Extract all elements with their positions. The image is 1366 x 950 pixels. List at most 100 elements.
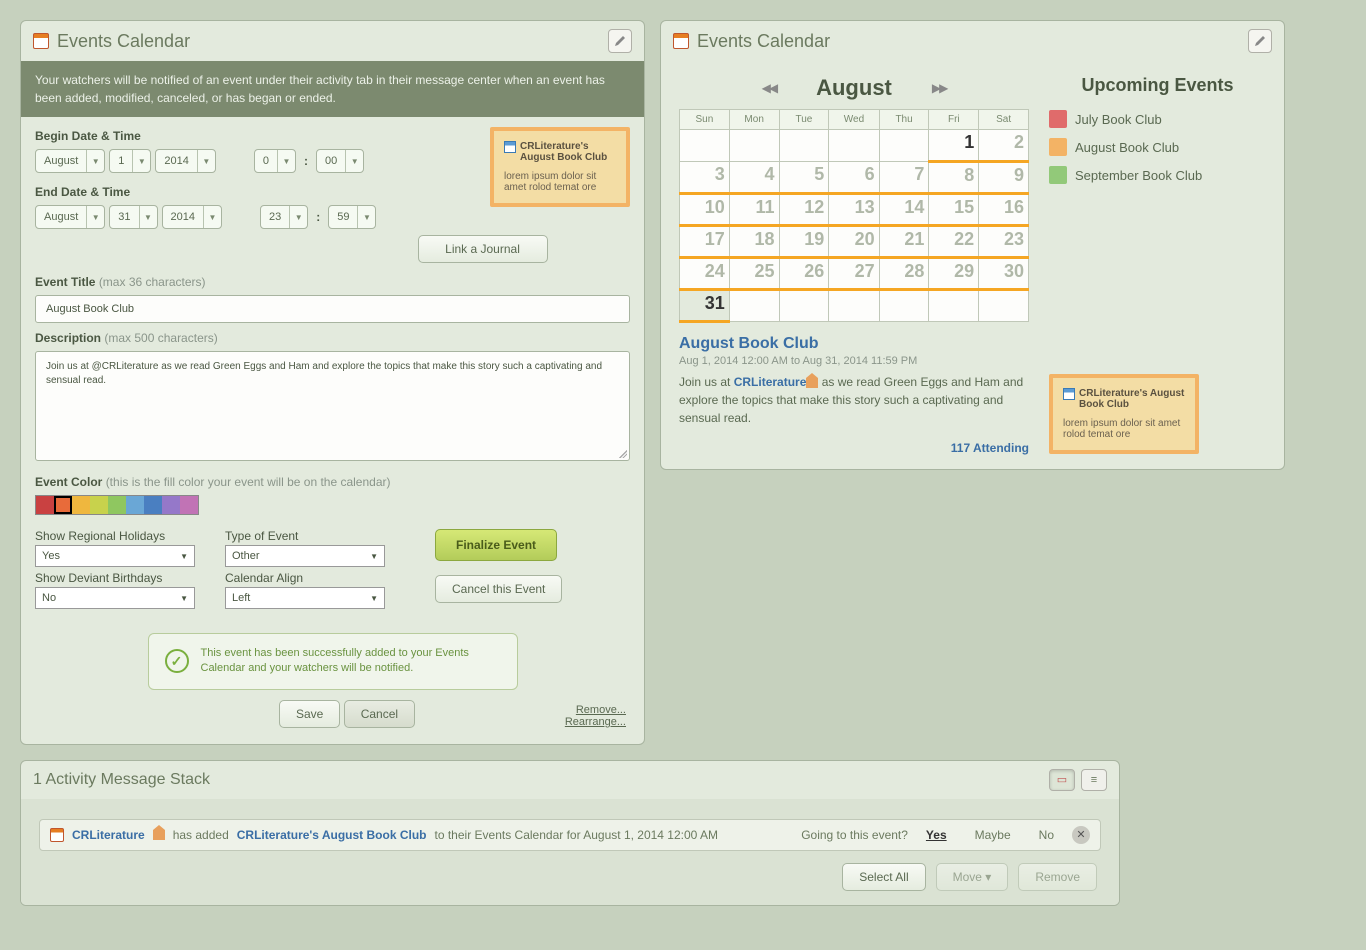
description-textarea[interactable]: Join us at @CRLiterature as we read Gree… [35,351,630,461]
legend-item[interactable]: September Book Club [1049,166,1266,184]
calendar-day[interactable]: 31 [680,290,730,322]
calendar-day[interactable]: 22 [929,226,979,258]
calendar-day [779,130,829,162]
calendar-icon [673,33,689,49]
event-preview-card: CRLiterature's August Book Club lorem ip… [490,127,630,207]
begin-min-select[interactable]: 00▼ [316,149,364,173]
event-title[interactable]: August Book Club [679,335,1029,353]
color-swatch[interactable] [54,496,72,514]
day-header: Mon [729,110,779,130]
edit-button[interactable] [608,29,632,53]
calendar-day[interactable]: 19 [779,226,829,258]
finalize-button[interactable]: Finalize Event [435,529,557,561]
house-icon [806,378,818,388]
calendar-day[interactable]: 14 [879,194,929,226]
color-label: Event Color (this is the fill color your… [35,475,630,489]
begin-year-select[interactable]: 2014▼ [155,149,215,173]
calendar-day[interactable]: 15 [929,194,979,226]
calendar-day[interactable]: 18 [729,226,779,258]
color-swatch[interactable] [36,496,54,514]
calendar-day[interactable]: 16 [979,194,1029,226]
align-select[interactable]: Left▼ [225,587,385,609]
link-journal-button[interactable]: Link a Journal [418,235,548,263]
day-header: Fri [929,110,979,130]
rsvp-yes[interactable]: Yes [926,828,947,842]
calendar-day[interactable]: 24 [680,258,730,290]
legend-item[interactable]: July Book Club [1049,110,1266,128]
calendar-day[interactable]: 30 [979,258,1029,290]
birthdays-select[interactable]: No▼ [35,587,195,609]
end-min-select[interactable]: 59▼ [328,205,376,229]
house-icon [153,830,165,840]
calendar-day[interactable]: 11 [729,194,779,226]
edit-button[interactable] [1248,29,1272,53]
calendar-day[interactable]: 4 [729,162,779,194]
calendar-day[interactable]: 25 [729,258,779,290]
calendar-day[interactable]: 26 [779,258,829,290]
calendar-day[interactable]: 8 [929,162,979,194]
calendar-day[interactable]: 13 [829,194,879,226]
calendar-day[interactable]: 23 [979,226,1029,258]
user-link[interactable]: CRLiterature [72,828,145,842]
calendar-day[interactable]: 17 [680,226,730,258]
end-month-select[interactable]: August▼ [35,205,105,229]
legend-item[interactable]: August Book Club [1049,138,1266,156]
calendar-day[interactable]: 21 [879,226,929,258]
dismiss-button[interactable]: ✕ [1072,826,1090,844]
view-compact-button[interactable]: ▭ [1049,769,1075,791]
save-button[interactable]: Save [279,700,340,728]
begin-day-select[interactable]: 1▼ [109,149,151,173]
event-link[interactable]: CRLiterature's August Book Club [237,828,427,842]
calendar-day[interactable]: 9 [979,162,1029,194]
view-list-button[interactable]: ≡ [1081,769,1107,791]
attending-link[interactable]: 117 Attending [679,441,1029,455]
calendar-day [929,290,979,322]
calendar-day[interactable]: 7 [879,162,929,194]
calendar-day[interactable]: 10 [680,194,730,226]
select-all-button[interactable]: Select All [842,863,925,891]
begin-hour-select[interactable]: 0▼ [254,149,296,173]
color-swatch[interactable] [180,496,198,514]
legend-label: September Book Club [1075,168,1202,183]
legend-swatch [1049,166,1067,184]
calendar-day[interactable]: 27 [829,258,879,290]
calendar-day[interactable]: 28 [879,258,929,290]
color-swatch[interactable] [90,496,108,514]
calendar-day[interactable]: 5 [779,162,829,194]
color-swatch[interactable] [72,496,90,514]
cancel-event-button[interactable]: Cancel this Event [435,575,562,603]
end-hour-select[interactable]: 23▼ [260,205,308,229]
holidays-select[interactable]: Yes▼ [35,545,195,567]
cancel-button[interactable]: Cancel [344,700,415,728]
remove-link[interactable]: Remove... [565,704,626,716]
prev-month-button[interactable]: ◀◀ [762,81,776,95]
color-swatch[interactable] [144,496,162,514]
calendar-day[interactable]: 3 [680,162,730,194]
calendar-day[interactable]: 1 [929,130,979,162]
begin-month-select[interactable]: August▼ [35,149,105,173]
rsvp-no[interactable]: No [1039,828,1054,842]
color-swatch[interactable] [162,496,180,514]
color-swatch[interactable] [126,496,144,514]
remove-button[interactable]: Remove [1018,863,1097,891]
calendar-day [879,290,929,322]
next-month-button[interactable]: ▶▶ [932,81,946,95]
user-link[interactable]: CRLiterature [734,375,807,389]
calendar-day[interactable]: 6 [829,162,879,194]
activity-stack-panel: 1 Activity Message Stack ▭ ≡ CRLiteratur… [20,760,1120,906]
event-title-input[interactable]: August Book Club [35,295,630,323]
day-header: Sun [680,110,730,130]
rsvp-maybe[interactable]: Maybe [975,828,1011,842]
end-day-select[interactable]: 31▼ [109,205,157,229]
color-swatch[interactable] [108,496,126,514]
end-year-select[interactable]: 2014▼ [162,205,222,229]
calendar-day[interactable]: 2 [979,130,1029,162]
calendar-day [729,290,779,322]
calendar-day[interactable]: 29 [929,258,979,290]
type-select[interactable]: Other▼ [225,545,385,567]
move-button[interactable]: Move ▾ [936,863,1009,891]
rearrange-link[interactable]: Rearrange... [565,716,626,728]
calendar-day[interactable]: 20 [829,226,879,258]
check-icon: ✓ [165,649,189,673]
calendar-day[interactable]: 12 [779,194,829,226]
